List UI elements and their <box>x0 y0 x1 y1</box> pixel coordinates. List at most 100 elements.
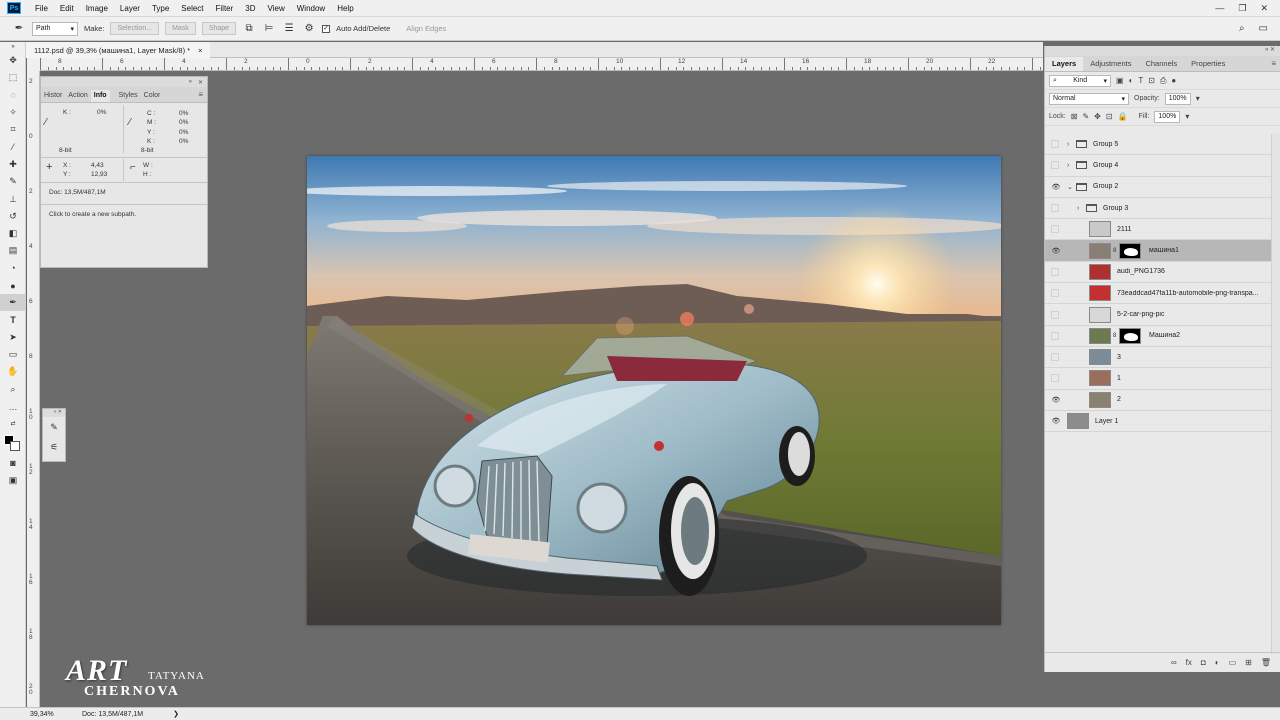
chevron-down-icon[interactable]: ▾ <box>1185 112 1189 121</box>
layer-name[interactable]: 2 <box>1117 396 1267 403</box>
layer-row[interactable]: 👁 8 машина1 <box>1045 240 1271 262</box>
menu-help[interactable]: Help <box>331 4 359 13</box>
layer-name[interactable]: 5-2-car-png-pic <box>1117 311 1267 318</box>
visibility-eye-icon[interactable]: 👁 <box>1050 417 1062 425</box>
document-tab[interactable]: 1112.psd @ 39,3% (машина1, Layer Mask/8)… <box>26 42 211 58</box>
layer-name[interactable]: 1 <box>1117 375 1267 382</box>
horizontal-ruler[interactable]: 8642024681012141618202223 <box>40 58 1043 71</box>
menu-select[interactable]: Select <box>175 4 209 13</box>
menu-view[interactable]: View <box>262 4 291 13</box>
layer-name[interactable]: Group 2 <box>1093 183 1267 190</box>
crop-tool-icon[interactable]: ⌗ <box>0 121 26 138</box>
layer-group-row[interactable]: › Group 4 <box>1045 155 1271 177</box>
fill-field[interactable]: 100% <box>1154 110 1181 123</box>
menu-edit[interactable]: Edit <box>54 4 80 13</box>
gradient-tool-icon[interactable]: ▤ <box>0 242 26 259</box>
adjustment-layer-icon[interactable]: ◐ <box>1215 658 1220 667</box>
visibility-toggle[interactable] <box>1051 310 1059 319</box>
blur-tool-icon[interactable]: ◔ <box>0 260 26 277</box>
filter-adjustment-icon[interactable]: ◐ <box>1129 76 1134 85</box>
layer-row[interactable]: 8 Машина2 <box>1045 326 1271 347</box>
layer-row[interactable]: 3 <box>1045 347 1271 369</box>
lock-image-icon[interactable]: ✎ <box>1082 112 1089 121</box>
visibility-toggle[interactable] <box>1051 140 1059 149</box>
layer-style-icon[interactable]: fx <box>1186 658 1192 667</box>
hand-tool-icon[interactable]: ✋ <box>0 363 26 380</box>
search-icon[interactable]: ⌕ <box>1239 23 1245 34</box>
gear-icon[interactable]: ⚙ <box>302 22 316 36</box>
visibility-eye-icon[interactable]: 👁 <box>1050 183 1062 191</box>
tab-color[interactable]: Color <box>141 90 164 102</box>
type-tool-icon[interactable]: T <box>0 311 26 328</box>
make-mask-button[interactable]: Mask <box>165 22 196 35</box>
add-mask-icon[interactable]: ◘ <box>1201 658 1206 667</box>
layer-name[interactable]: Group 3 <box>1103 205 1267 212</box>
expand-group-icon[interactable]: › <box>1077 205 1079 212</box>
toolbar-grip[interactable]: » <box>0 42 26 52</box>
menu-file[interactable]: File <box>29 4 54 13</box>
layer-row[interactable]: 👁 2 <box>1045 390 1271 411</box>
layer-row[interactable]: 👁 Layer 1 <box>1045 411 1271 433</box>
pen-mode-select[interactable]: Path ▾ <box>32 21 78 36</box>
marquee-tool-icon[interactable]: ⬚ <box>0 69 26 86</box>
tab-layers[interactable]: Layers <box>1045 57 1084 71</box>
clone-stamp-tool-icon[interactable]: ⊥ <box>0 190 26 207</box>
layer-group-row[interactable]: › Group 5 <box>1045 134 1271 156</box>
background-color-swatch[interactable] <box>10 440 20 451</box>
zoom-tool-icon[interactable]: ⌕ <box>0 381 26 398</box>
layer-name[interactable]: audi_PNG1736 <box>1117 268 1267 275</box>
more-tools-icon[interactable]: … <box>0 398 26 415</box>
blend-mode-select[interactable]: Normal ▾ <box>1049 92 1129 105</box>
rectangle-tool-icon[interactable]: ▭ <box>0 346 26 363</box>
path-operations-icon[interactable]: ⧉ <box>242 22 256 36</box>
layer-group-row[interactable]: › Group 3 <box>1045 198 1271 220</box>
mask-link-icon[interactable]: 8 <box>1113 333 1116 339</box>
layer-mask-thumbnail[interactable] <box>1119 327 1141 344</box>
auto-add-delete-label[interactable]: Auto Add/Delete <box>336 24 390 33</box>
new-layer-icon[interactable]: ⊞ <box>1245 658 1252 667</box>
opacity-field[interactable]: 100% <box>1164 92 1191 105</box>
zoom-level-field[interactable]: 39,34% <box>0 711 70 718</box>
menu-type[interactable]: Type <box>146 4 175 13</box>
close-window-button[interactable]: ✕ <box>1260 3 1268 14</box>
visibility-toggle[interactable] <box>1051 267 1059 276</box>
tab-adjustments[interactable]: Adjustments <box>1083 57 1138 71</box>
color-swatches[interactable] <box>0 433 26 455</box>
layer-row[interactable]: 73eaddcad47fa11b-automobile-png-transpa.… <box>1045 283 1271 305</box>
filter-shape-icon[interactable]: ⊡ <box>1148 76 1155 85</box>
mini-panel-grip[interactable]: » ✕ <box>43 409 65 417</box>
layer-kind-select[interactable]: ⌕ Kind ▾ <box>1049 74 1111 87</box>
status-menu-arrow-icon[interactable]: ❯ <box>143 710 179 718</box>
tab-actions[interactable]: Action <box>65 90 90 102</box>
history-brush-tool-icon[interactable]: ↺ <box>0 208 26 225</box>
path-selection-tool-icon[interactable]: ➤ <box>0 329 26 346</box>
info-panel-grip[interactable]: » ✕ <box>41 77 207 87</box>
layer-mask-thumbnail[interactable] <box>1119 242 1141 259</box>
filter-pixel-icon[interactable]: ▣ <box>1116 76 1124 85</box>
delete-layer-icon[interactable]: 🗑 <box>1261 658 1271 667</box>
lasso-tool-icon[interactable]: ◌ <box>0 87 26 104</box>
make-shape-button[interactable]: Shape <box>201 22 237 35</box>
layer-group-row[interactable]: 👁 ⌄ Group 2 <box>1045 177 1271 198</box>
eyedropper-icon-2[interactable]: ⁄ <box>129 117 131 128</box>
minimize-button[interactable]: — <box>1215 3 1224 14</box>
lock-artboard-icon[interactable]: ⊡ <box>1106 112 1113 121</box>
pen-tool-preset-icon[interactable]: ✒ <box>12 22 26 36</box>
link-layers-icon[interactable]: ∞ <box>1171 658 1177 667</box>
panel-menu-icon[interactable]: ≡ <box>194 90 207 102</box>
tab-styles[interactable]: Styles <box>116 90 141 102</box>
layer-name[interactable]: Машина2 <box>1149 332 1267 339</box>
menu-filter[interactable]: Filter <box>210 4 240 13</box>
healing-brush-tool-icon[interactable]: ✚ <box>0 156 26 173</box>
layer-name[interactable]: Group 5 <box>1093 141 1267 148</box>
lock-all-icon[interactable]: 🔒 <box>1118 112 1128 121</box>
eyedropper-tool-icon[interactable]: ⁄ <box>0 138 26 155</box>
ruler-origin[interactable] <box>27 58 40 71</box>
workspace-icon[interactable]: ▭ <box>1259 23 1268 34</box>
vertical-ruler[interactable]: 2 0 2 4 6 8 1 0 1 2 1 4 1 6 1 8 2 0 <box>27 71 40 707</box>
layers-panel-menu-icon[interactable]: ≡ <box>1267 59 1280 71</box>
expand-group-icon[interactable]: › <box>1067 141 1069 148</box>
layer-name[interactable]: машина1 <box>1149 247 1267 254</box>
pen-tool-icon[interactable]: ✒ <box>0 294 26 312</box>
visibility-toggle[interactable] <box>1051 353 1059 362</box>
